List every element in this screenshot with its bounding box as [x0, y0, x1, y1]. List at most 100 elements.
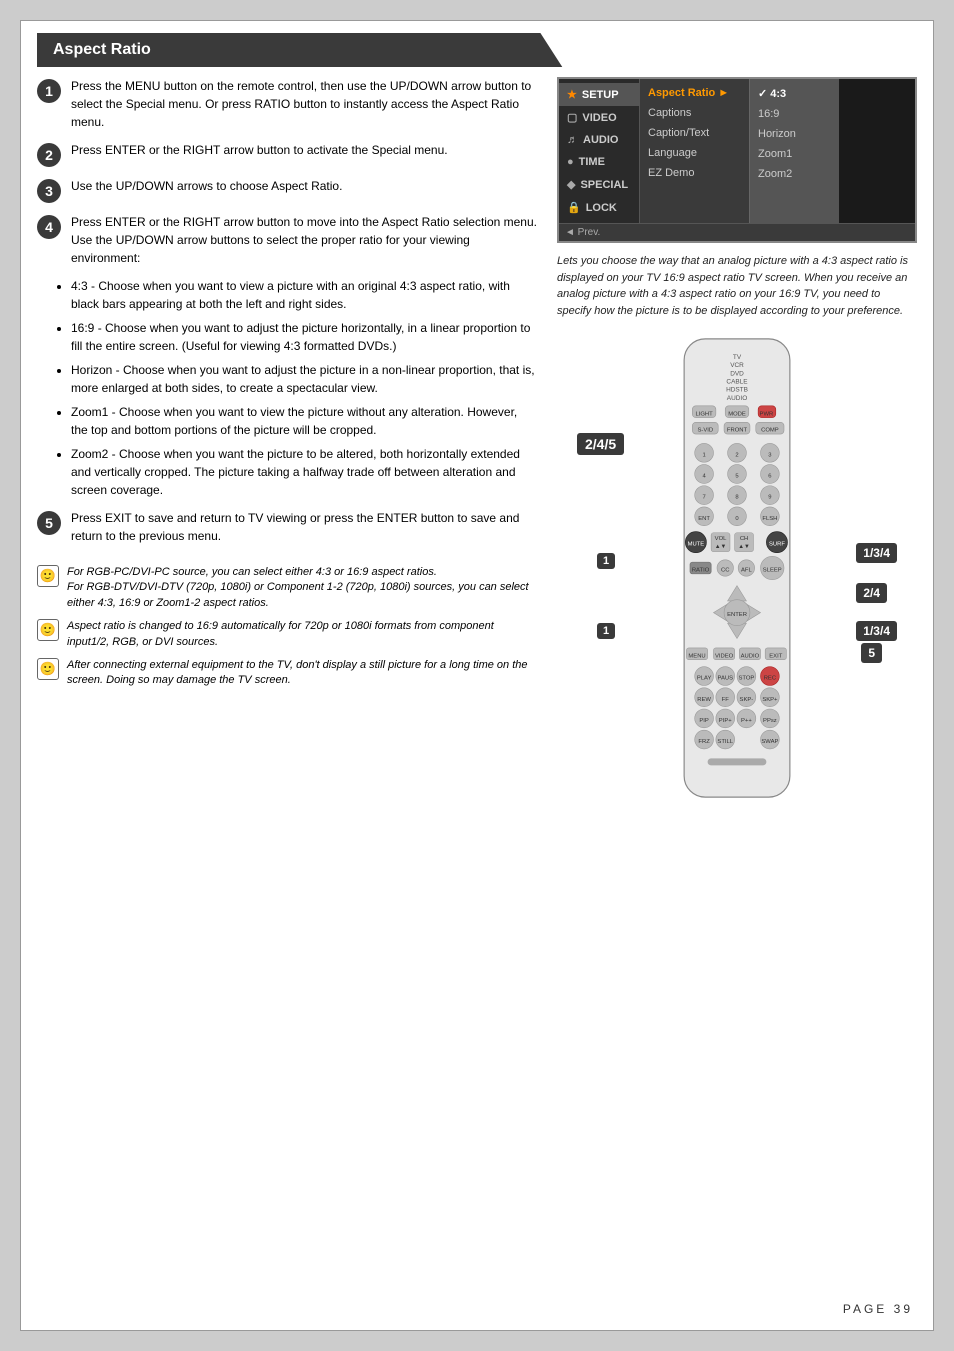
label-245: 2/4/5	[577, 433, 624, 455]
menu-prev: ◄ Prev.	[559, 223, 915, 241]
right-column: ★ SETUP ▢ VIDEO ♬ AUDIO ● TIME	[557, 77, 917, 808]
svg-text:PWR: PWR	[760, 411, 774, 417]
bullet-zoom1: Zoom1 - Choose when you want to view the…	[71, 403, 537, 439]
svg-text:S-VID: S-VID	[697, 428, 713, 434]
bullet-169: 16:9 - Choose when you want to adjust th…	[71, 319, 537, 355]
svg-text:ENTER: ENTER	[727, 612, 747, 618]
step-4-number: 4	[37, 215, 61, 239]
step-1-text: Press the MENU button on the remote cont…	[71, 77, 537, 131]
svg-text:SURF: SURF	[769, 542, 785, 548]
menu-col2: Aspect Ratio ► Captions Caption/Text Lan…	[639, 79, 749, 223]
remote-container: 2/4/5 1 1 1/3/4 2/4 1/3/4 5 TV	[637, 333, 837, 808]
step-4: 4 Press ENTER or the RIGHT arrow button …	[37, 213, 537, 267]
svg-text:LIGHT: LIGHT	[695, 411, 713, 417]
page-title: Aspect Ratio	[37, 33, 584, 67]
menu-val-horizon: Horizon	[750, 124, 839, 144]
step-2-text: Press ENTER or the RIGHT arrow button to…	[71, 141, 537, 159]
svg-text:SKP+: SKP+	[762, 697, 778, 703]
bullet-43: 4:3 - Choose when you want to view a pic…	[71, 277, 537, 313]
svg-text:ENT: ENT	[698, 516, 710, 522]
label-134b: 1/3/4	[856, 621, 897, 641]
svg-text:PLAY: PLAY	[697, 676, 712, 682]
svg-text:HDSTB: HDSTB	[726, 387, 748, 394]
menu-val-zoom2: Zoom2	[750, 164, 839, 184]
svg-text:8: 8	[735, 495, 738, 501]
svg-text:AUDIO: AUDIO	[727, 395, 747, 402]
bullet-horizon: Horizon - Choose when you want to adjust…	[71, 361, 537, 397]
note-1: 🙂 For RGB-PC/DVI-PC source, you can sele…	[37, 565, 537, 611]
svg-text:AUDIO: AUDIO	[741, 653, 760, 659]
menu-aspect-ratio: Aspect Ratio ►	[640, 83, 749, 103]
svg-text:VCR: VCR	[730, 362, 744, 369]
menu-val-169: 16:9	[750, 104, 839, 124]
menu-screenshot: ★ SETUP ▢ VIDEO ♬ AUDIO ● TIME	[557, 77, 917, 243]
step-2-number: 2	[37, 143, 61, 167]
svg-text:CABLE: CABLE	[726, 379, 748, 386]
svg-text:SKP-: SKP-	[740, 697, 754, 703]
step-3: 3 Use the UP/DOWN arrows to choose Aspec…	[37, 177, 537, 203]
description-text: Lets you choose the way that an analog p…	[557, 253, 917, 319]
remote-svg: TV VCR DVD CABLE HDSTB AUDIO LIGHT MODE …	[637, 333, 837, 803]
note-3: 🙂 After connecting external equipment to…	[37, 658, 537, 689]
svg-text:3: 3	[768, 452, 771, 458]
svg-text:▲▼: ▲▼	[738, 544, 750, 550]
bullet-list: 4:3 - Choose when you want to view a pic…	[71, 277, 537, 499]
svg-text:AFL: AFL	[741, 568, 752, 574]
step-4-text: Press ENTER or the RIGHT arrow button to…	[71, 213, 537, 267]
note-1-text: For RGB-PC/DVI-PC source, you can select…	[67, 565, 537, 611]
svg-text:TV: TV	[733, 354, 742, 361]
svg-text:REW: REW	[697, 697, 711, 703]
menu-language: Language	[640, 143, 749, 163]
svg-text:MODE: MODE	[728, 411, 746, 417]
note-1-icon: 🙂	[37, 565, 59, 587]
menu-captions: Captions	[640, 103, 749, 123]
step-1-number: 1	[37, 79, 61, 103]
menu-time: ● TIME	[559, 151, 639, 173]
menu-val-zoom1: Zoom1	[750, 144, 839, 164]
svg-text:FRZ: FRZ	[698, 739, 710, 745]
menu-caption-text: Caption/Text	[640, 123, 749, 143]
svg-text:PPsz: PPsz	[763, 718, 777, 724]
svg-text:RATIO: RATIO	[692, 568, 710, 574]
step-3-text: Use the UP/DOWN arrows to choose Aspect …	[71, 177, 537, 195]
label-24: 2/4	[856, 583, 887, 603]
svg-text:EXIT: EXIT	[769, 653, 782, 659]
svg-text:STILL: STILL	[717, 739, 733, 745]
label-134: 1/3/4	[856, 543, 897, 563]
svg-text:1: 1	[702, 452, 705, 458]
note-3-icon: 🙂	[37, 658, 59, 680]
svg-text:PIP: PIP	[699, 718, 709, 724]
menu-col1: ★ SETUP ▢ VIDEO ♬ AUDIO ● TIME	[559, 79, 639, 223]
bullet-zoom2: Zoom2 - Choose when you want the picture…	[71, 445, 537, 499]
svg-text:PAUS: PAUS	[717, 676, 733, 682]
step-5-number: 5	[37, 511, 61, 535]
page: Aspect Ratio 1 Press the MENU button on …	[20, 20, 934, 1331]
svg-text:FF: FF	[722, 697, 730, 703]
svg-text:MENU: MENU	[688, 653, 705, 659]
note-2-text: Aspect ratio is changed to 16:9 automati…	[67, 619, 537, 650]
svg-text:▲▼: ▲▼	[715, 544, 727, 550]
svg-text:SLEEP: SLEEP	[763, 568, 782, 574]
svg-text:REC: REC	[764, 676, 777, 682]
step-1: 1 Press the MENU button on the remote co…	[37, 77, 537, 131]
menu-video: ▢ VIDEO	[559, 106, 639, 129]
note-2-icon: 🙂	[37, 619, 59, 641]
menu-special: ◆ SPECIAL	[559, 173, 639, 196]
svg-text:6: 6	[768, 474, 771, 480]
svg-text:VOL: VOL	[715, 536, 727, 542]
label-1a: 1	[597, 553, 615, 569]
left-column: 1 Press the MENU button on the remote co…	[37, 77, 537, 808]
svg-text:9: 9	[768, 495, 771, 501]
svg-text:SWAP: SWAP	[761, 739, 778, 745]
step-2: 2 Press ENTER or the RIGHT arrow button …	[37, 141, 537, 167]
menu-ez-demo: EZ Demo	[640, 163, 749, 183]
step-5: 5 Press EXIT to save and return to TV vi…	[37, 509, 537, 545]
svg-text:FLSH: FLSH	[762, 516, 777, 522]
svg-text:PIP+: PIP+	[719, 718, 732, 724]
menu-setup: ★ SETUP	[559, 83, 639, 106]
menu-lock: 🔒 LOCK	[559, 196, 639, 219]
svg-text:P++: P++	[741, 718, 752, 724]
note-2: 🙂 Aspect ratio is changed to 16:9 automa…	[37, 619, 537, 650]
menu-val-43: ✓ 4:3	[750, 83, 839, 104]
svg-text:CC: CC	[721, 568, 730, 574]
